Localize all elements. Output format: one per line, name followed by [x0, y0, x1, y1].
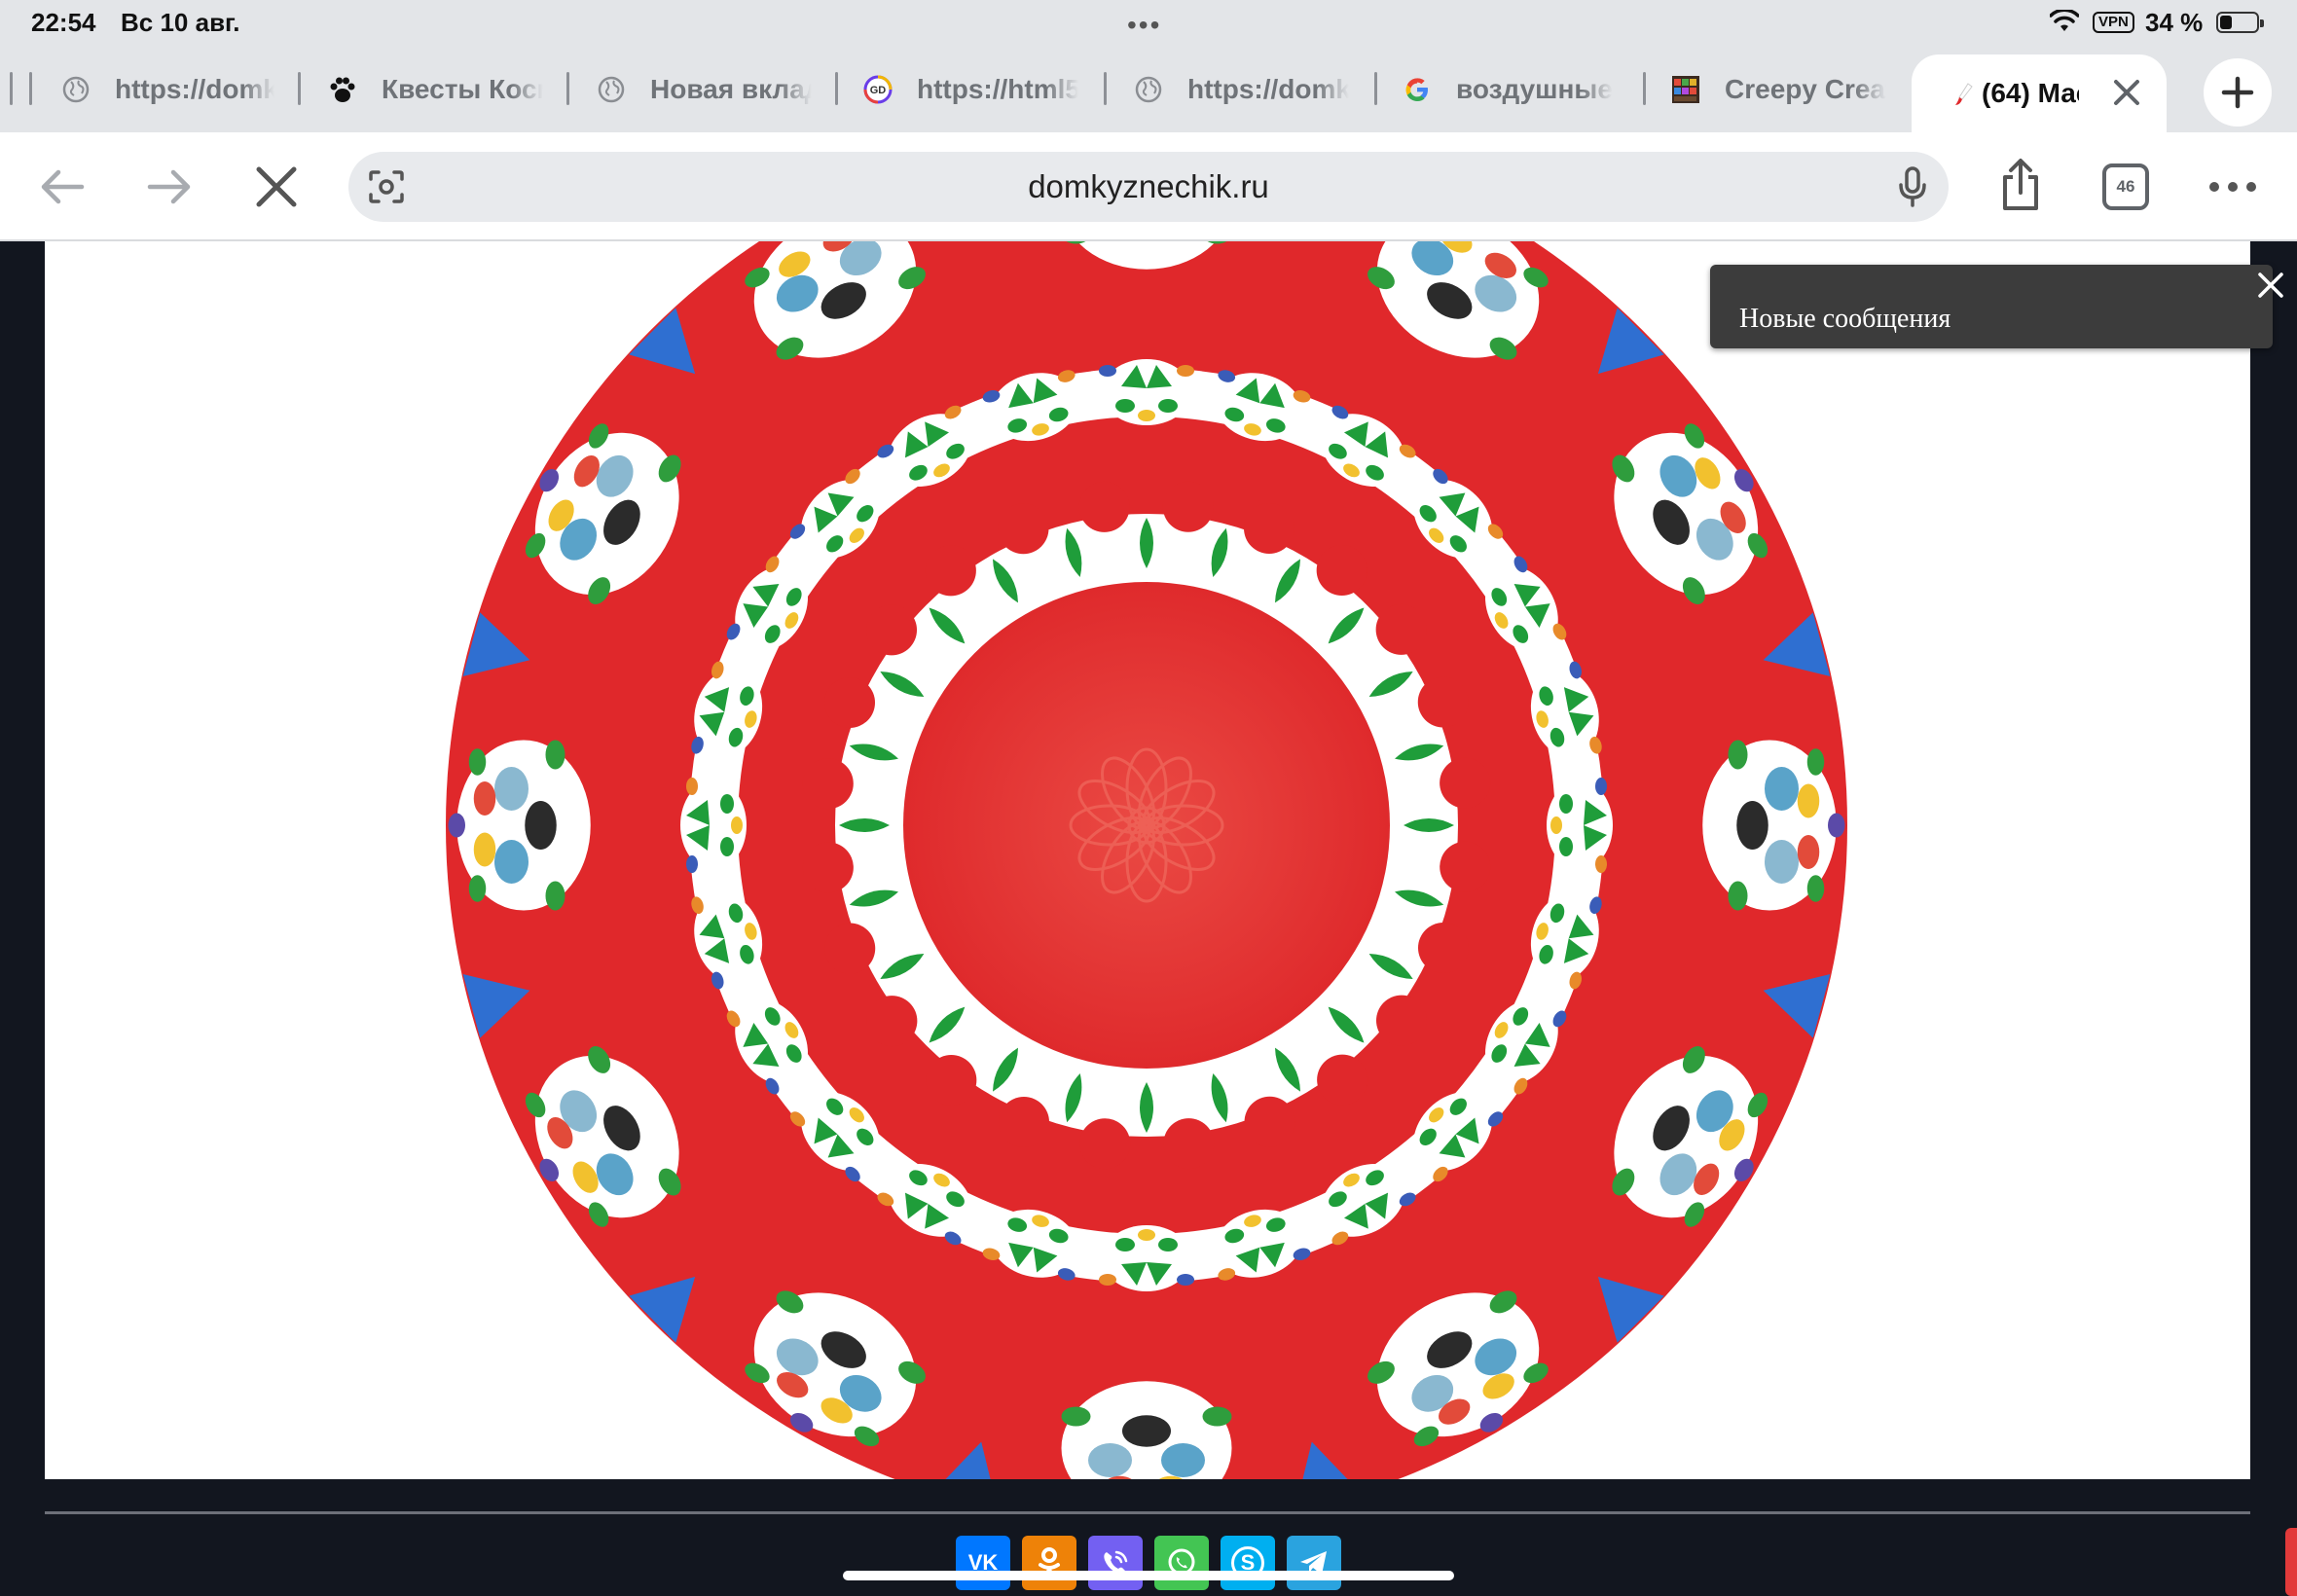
- tab-label: (64) Мастер: [1982, 78, 2079, 108]
- vk-share-button[interactable]: VK: [956, 1536, 1010, 1590]
- wifi-icon: [2050, 10, 2079, 31]
- notification-toast[interactable]: Новые сообщения: [1710, 265, 2273, 348]
- edge-panel-handle[interactable]: [2285, 1528, 2297, 1596]
- tab-separator: [835, 72, 838, 105]
- paw-icon: [327, 74, 358, 105]
- browser-toolbar: domkyznechik.ru 46: [0, 132, 2297, 241]
- stop-loading-button[interactable]: [249, 163, 304, 210]
- tab-4[interactable]: GD https://html5: [862, 60, 1078, 119]
- tab-label: Creepy Creat: [1725, 74, 1886, 104]
- globe-icon: [596, 74, 627, 105]
- address-bar[interactable]: domkyznechik.ru: [348, 152, 1949, 222]
- close-icon: [256, 166, 297, 207]
- game-thumbnail-icon: [1670, 74, 1701, 105]
- svg-text:GD: GD: [870, 85, 887, 96]
- share-button[interactable]: [1993, 154, 2048, 216]
- tab-6[interactable]: воздушные: [1402, 60, 1618, 119]
- tab-label: Квесты Косм: [382, 74, 543, 104]
- status-time: 22:54: [31, 8, 96, 37]
- home-indicator[interactable]: [843, 1571, 1454, 1580]
- notification-text: Новые сообщения: [1739, 304, 1951, 334]
- tab-label: Новая вкладка: [650, 74, 812, 104]
- tab-switcher-button[interactable]: 46: [2102, 163, 2149, 210]
- tab-separator: [1374, 72, 1377, 105]
- tab-1[interactable]: https://domky: [60, 60, 274, 119]
- tab-label: https://html5: [917, 74, 1078, 104]
- microphone-icon[interactable]: [1898, 165, 1927, 213]
- arrow-left-icon: [41, 169, 85, 204]
- plus-icon: [2221, 76, 2254, 109]
- tab-separator: [1104, 72, 1107, 105]
- battery-percent: 34 %: [2145, 8, 2204, 37]
- arrow-right-icon: [147, 169, 191, 204]
- tab-label: https://domky: [115, 74, 274, 104]
- tab-separator: [10, 72, 13, 105]
- battery-icon: [2216, 12, 2264, 33]
- url-text: domkyznechik.ru: [1028, 168, 1269, 204]
- tab-label: https://domky: [1187, 74, 1349, 104]
- tab-3[interactable]: Новая вкладка: [596, 60, 812, 119]
- tab-strip: https://domky Квесты Косм Новая вкладка …: [0, 47, 2297, 132]
- status-date: Вс 10 авг.: [121, 8, 240, 37]
- tab-active[interactable]: (64) Мастер: [1912, 54, 2167, 132]
- google-logo-icon: [1402, 74, 1433, 105]
- mandala-image: [446, 241, 1847, 1479]
- close-tab-icon[interactable]: [2112, 78, 2141, 112]
- more-menu-button[interactable]: [2206, 167, 2260, 206]
- globe-icon: [60, 74, 91, 105]
- skype-share-button[interactable]: S: [1221, 1536, 1275, 1590]
- tab-label: воздушные: [1456, 74, 1613, 104]
- tab-separator: [29, 72, 32, 105]
- tab-separator: [298, 72, 301, 105]
- new-tab-button[interactable]: [2204, 58, 2272, 127]
- more-icon: [2209, 182, 2256, 192]
- footer-divider: [45, 1511, 2250, 1514]
- tab-2[interactable]: Квесты Косм: [327, 60, 543, 119]
- back-button[interactable]: [35, 163, 90, 210]
- status-bar: 22:54 Вс 10 авг. ••• VPN 34 %: [0, 0, 2297, 47]
- globe-icon: [1133, 74, 1164, 105]
- vpn-badge: VPN: [2093, 12, 2134, 33]
- tab-separator: [566, 72, 569, 105]
- telegram-share-button[interactable]: [1287, 1536, 1341, 1590]
- web-content: [45, 241, 2250, 1479]
- multitasking-dots-icon[interactable]: •••: [1127, 10, 1161, 41]
- tab-5[interactable]: https://domky: [1133, 60, 1349, 119]
- odnoklassniki-share-button[interactable]: [1022, 1536, 1076, 1590]
- social-share-bar: VK S: [956, 1536, 1341, 1590]
- notification-close-icon[interactable]: [2256, 271, 2285, 300]
- whatsapp-share-button[interactable]: [1154, 1536, 1209, 1590]
- gd-logo-icon: GD: [862, 74, 893, 105]
- tab-7[interactable]: Creepy Creat: [1670, 60, 1886, 119]
- brush-icon: [1954, 82, 1974, 112]
- viber-share-button[interactable]: [1088, 1536, 1143, 1590]
- forward-button[interactable]: [142, 163, 197, 210]
- share-icon: [2003, 159, 2038, 210]
- tab-separator: [1643, 72, 1646, 105]
